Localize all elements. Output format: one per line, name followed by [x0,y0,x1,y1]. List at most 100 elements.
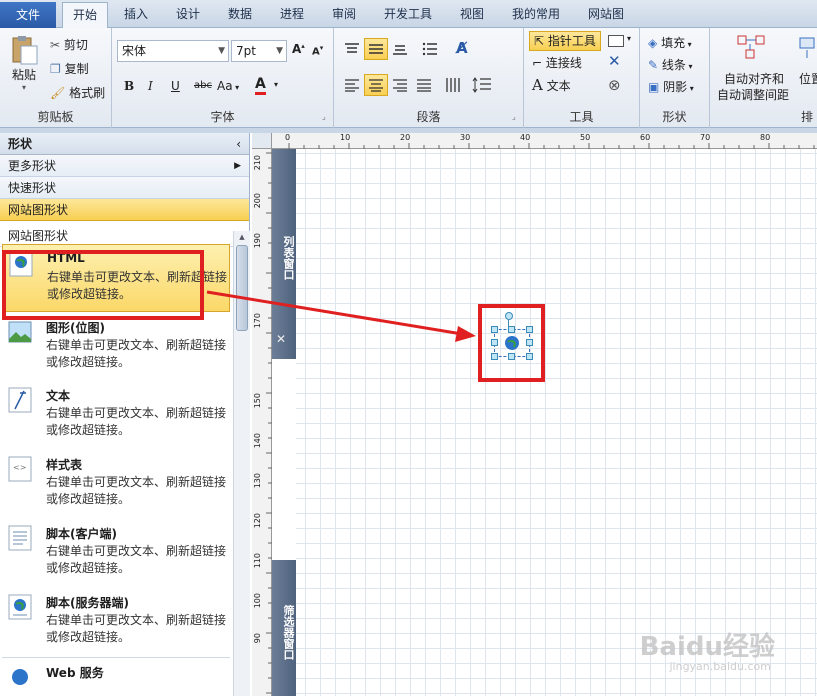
auto-space-label[interactable]: 自动调整间距 [717,86,789,103]
tab-developer[interactable]: 开发工具 [374,2,442,28]
bullets-icon[interactable] [422,42,438,56]
pointer-icon: ⇱ [534,34,545,48]
justify-icon[interactable] [416,78,432,92]
bold-button[interactable]: B [124,79,134,93]
shrink-font-button[interactable]: A▾ [312,44,323,57]
tab-review[interactable]: 审阅 [322,2,366,28]
copy-icon: ❐ [50,62,61,76]
list-item-server-script[interactable]: 脚本(服务器端) 右键单击可更改文本、刷新超链接或修改超链接。 [2,588,230,656]
group-font: 宋体 ▼ 7pt ▼ A▴ A▾ B I U abc Aa ▾ A ▾ 字体 ⌟ [112,28,334,128]
change-case-button[interactable]: Aa ▾ [217,79,239,93]
ruler-label: 80 [760,133,771,142]
cut-button[interactable]: ✂ 剪切 [50,36,88,53]
dialog-launcher-icon[interactable]: ⌟ [322,112,326,121]
align-center-button[interactable] [364,74,388,96]
quick-shapes-row[interactable]: 快速形状 [0,177,249,199]
collapse-icon[interactable]: ‹ [236,133,241,155]
align-top-icon[interactable] [344,42,360,56]
brush-icon: 🖌 [50,86,66,100]
list-window-tab[interactable]: 列表窗口 [272,149,296,359]
scroll-up-icon[interactable]: ▲ [234,231,250,243]
web-shapes-row[interactable]: 网站图形状 [0,199,249,221]
tab-favorites[interactable]: 我的常用 [502,2,570,28]
copy-button[interactable]: ❐ 复制 [50,60,89,77]
ruler-label: 210 [253,155,262,171]
scrollbar-thumb[interactable] [236,245,248,331]
position-button[interactable]: 位置 [799,70,817,87]
line-button[interactable]: ✎ 线条 ▾ [648,56,692,73]
ruler-label: 20 [400,133,411,142]
italic-button[interactable]: I [148,79,153,93]
line-label: 线条 [661,58,686,72]
shapes-pane-title: 形状 [8,137,33,151]
font-name-value: 宋体 [122,44,147,58]
tab-file[interactable]: 文件 [0,2,56,28]
underline-button[interactable]: U [171,79,180,93]
text-tool-button[interactable]: A 文本 [532,76,571,94]
server-script-icon [8,594,32,620]
connector-button[interactable]: ⌐ 连接线 [532,54,582,71]
text-direction-icon[interactable]: A̸ [456,39,468,57]
shadow-icon: ▣ [648,80,660,94]
tab-data[interactable]: 数据 [218,2,262,28]
ruler-left-ticks [266,152,272,694]
font-name-select[interactable]: 宋体 ▼ [117,40,229,62]
tab-home[interactable]: 开始 [62,2,109,29]
line-spacing-icon[interactable] [472,76,492,94]
align-middle-button[interactable] [364,38,388,60]
paste-button[interactable]: 粘贴 ▾ [6,34,42,100]
more-shapes-row[interactable]: 更多形状 ▶ [0,155,249,177]
ruler-label: 10 [340,133,351,142]
align-left-icon[interactable] [344,78,360,92]
ruler-label: 120 [253,513,262,529]
rectangle-icon[interactable] [608,35,624,47]
strikethrough-button[interactable]: abc [194,80,212,91]
connection-point-icon[interactable]: ⊗ [608,76,621,94]
align-bottom-icon[interactable] [392,42,408,56]
shadow-label: 阴影 [663,80,688,94]
shadow-button[interactable]: ▣ 阴影 ▾ [648,78,694,95]
drawing-canvas[interactable] [296,149,817,696]
list-window-label: 列表窗口 [282,236,295,280]
font-color-button[interactable]: A [255,76,266,95]
pointer-tool-button[interactable]: ⇱ 指针工具 [529,31,601,51]
script-doc-icon [8,525,32,551]
align-right-icon[interactable] [392,78,408,92]
grow-font-button[interactable]: A▴ [292,42,305,56]
list-item-client-script[interactable]: 脚本(客户端) 右键单击可更改文本、刷新超链接或修改超链接。 [2,519,230,587]
format-painter-button[interactable]: 🖌 格式刷 [50,84,105,101]
auto-align-button[interactable]: 自动对齐和 [724,70,784,87]
ruler-label: 30 [460,133,471,142]
close-icon[interactable]: ✕ [608,52,621,70]
chevron-down-icon[interactable]: ▾ [274,80,278,89]
chevron-down-icon[interactable]: ▾ [627,34,631,43]
more-shapes-label: 更多形状 [8,159,57,173]
list-item-graphic-bitmap[interactable]: 图形(位图) 右键单击可更改文本、刷新超链接或修改超链接。 [2,313,230,381]
ruler-label: 0 [285,133,291,142]
align-center-icon [369,79,383,92]
tab-design[interactable]: 设计 [166,2,210,28]
tools-group-label: 工具 [569,110,594,124]
ruler-label: 150 [253,393,262,409]
group-arrange: 自动对齐和 自动调整间距 位置 排 [710,28,817,128]
close-icon[interactable]: ✕ [276,332,286,346]
shape-list-scrollbar[interactable]: ▲ [233,231,250,696]
filter-window-label: 筛选器窗口 [282,604,295,660]
tab-insert[interactable]: 插入 [114,2,158,28]
list-item-web-service[interactable]: Web 服务 [2,657,230,696]
list-item-text[interactable]: 文本 右键单击可更改文本、刷新超链接或修改超链接。 [2,381,230,449]
ruler-label: 140 [253,433,262,449]
list-item-stylesheet[interactable]: <> 样式表 右键单击可更改文本、刷新超链接或修改超链接。 [2,450,230,518]
dialog-launcher-icon[interactable]: ⌟ [512,112,516,121]
tab-view[interactable]: 视图 [450,2,494,28]
chevron-down-icon: ▾ [232,83,240,92]
tab-web-diagram[interactable]: 网站图 [578,2,634,28]
font-group-label: 字体 [210,110,235,124]
tab-process[interactable]: 进程 [270,2,314,28]
shapes-pane: 形状 ‹ 更多形状 ▶ 快速形状 网站图形状 网站图形状 HTML 右键单击可更改文… [0,133,250,696]
filter-window-tab[interactable]: 筛选器窗口 [272,560,296,696]
fill-button[interactable]: ◈ 填充 ▾ [648,34,692,51]
column-spacing-icon[interactable] [444,76,462,94]
font-size-select[interactable]: 7pt ▼ [231,40,287,62]
group-paragraph: A̸ 段落 ⌟ [334,28,524,128]
